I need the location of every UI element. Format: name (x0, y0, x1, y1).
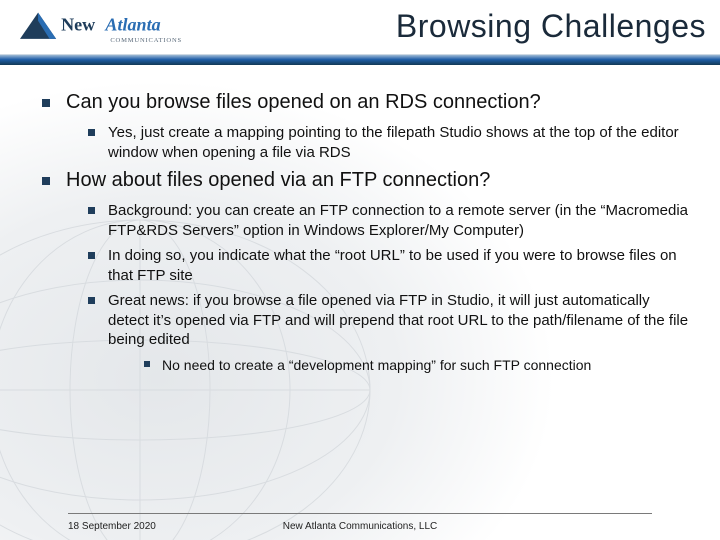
bullet-text: No need to create a “development mapping… (162, 356, 692, 374)
footer-divider (68, 513, 652, 514)
bullet-level2: Great news: if you browse a file opened … (66, 291, 692, 374)
bullet-level1: Can you browse files opened on an RDS co… (32, 90, 692, 162)
bullet-icon (88, 129, 95, 136)
slide-body: Can you browse files opened on an RDS co… (0, 90, 720, 388)
bullet-text: Background: you can create an FTP connec… (108, 201, 692, 240)
bullet-icon (88, 207, 95, 214)
slide-title: Browsing Challenges (396, 8, 706, 45)
brand-name-accent: Atlanta (104, 15, 160, 35)
bullet-text: Yes, just create a mapping pointing to t… (108, 123, 692, 162)
bullet-text: How about files opened via an FTP connec… (66, 168, 692, 193)
header-divider (0, 54, 720, 68)
bullet-level2: In doing so, you indicate what the “root… (66, 246, 692, 285)
bullet-text: Can you browse files opened on an RDS co… (66, 90, 692, 115)
bullet-level2: Background: you can create an FTP connec… (66, 201, 692, 240)
footer-org: New Atlanta Communications, LLC (0, 521, 720, 532)
bullet-icon (144, 361, 150, 367)
bullet-level2: Yes, just create a mapping pointing to t… (66, 123, 692, 162)
brand-subtitle: COMMUNICATIONS (110, 37, 182, 44)
bullet-level1: How about files opened via an FTP connec… (32, 168, 692, 374)
bullet-text: Great news: if you browse a file opened … (108, 291, 692, 350)
bullet-level3: No need to create a “development mapping… (108, 356, 692, 374)
bullet-icon (42, 99, 50, 107)
bullet-icon (88, 252, 95, 259)
bullet-text: In doing so, you indicate what the “root… (108, 246, 692, 285)
bullet-icon (88, 297, 95, 304)
brand-logo: New Atlanta COMMUNICATIONS (12, 6, 212, 52)
brand-name-primary: New (61, 15, 95, 35)
bullet-icon (42, 177, 50, 185)
